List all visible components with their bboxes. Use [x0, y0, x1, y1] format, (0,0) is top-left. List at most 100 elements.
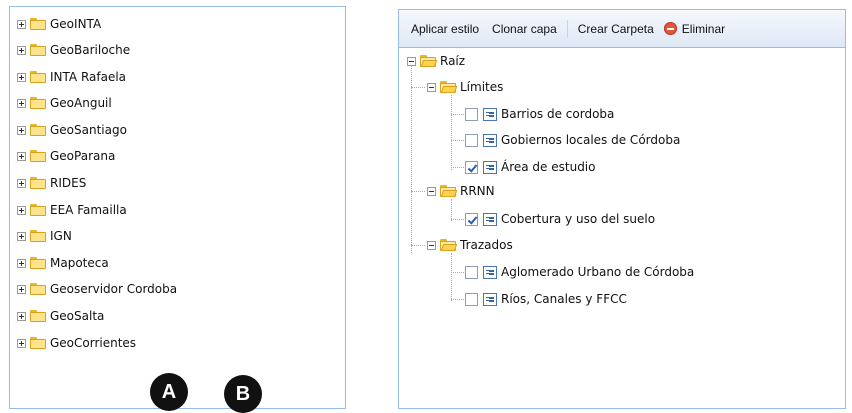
layer-node-gobiernos-locales[interactable]: Gobiernos locales de Córdoba: [465, 129, 680, 151]
tree-node-limites[interactable]: Límites: [427, 76, 503, 98]
tree-connector: [411, 87, 425, 88]
tree-node-geoparana[interactable]: GeoParana: [17, 146, 115, 166]
tree-connector: [451, 140, 464, 141]
layer-checkbox[interactable]: [465, 292, 478, 306]
tree-node-geosantiago[interactable]: GeoSantiago: [17, 120, 127, 140]
tree-connector: [451, 199, 452, 221]
tree-node-mapoteca[interactable]: Mapoteca: [17, 253, 109, 273]
plus-expander-icon[interactable]: [17, 125, 26, 135]
tree-node-label: Trazados: [460, 238, 513, 252]
plus-expander-icon[interactable]: [17, 231, 26, 241]
tree-node-label: GeoCorrientes: [50, 336, 137, 350]
layer-checkbox[interactable]: [465, 265, 478, 279]
panel-a-folder-tree: GeoINTA GeoBariloche INTA Rafaela GeoAng…: [9, 6, 346, 409]
tree-node-label: Mapoteca: [50, 256, 109, 270]
plus-expander-icon[interactable]: [17, 45, 26, 55]
folder-icon: [30, 177, 46, 189]
tree-node-geoservidor-cordoba[interactable]: Geoservidor Cordoba: [17, 279, 177, 299]
layer-toolbar: Aplicar estilo Clonar capa Crear Carpeta…: [399, 10, 845, 48]
layer-tree: Raíz Límites Barrios de cordoba Gobierno…: [399, 48, 845, 408]
tree-node-label: EEA Famailla: [50, 203, 127, 217]
tree-node-label: INTA Rafaela: [50, 70, 127, 84]
delete-button[interactable]: Eliminar: [659, 22, 730, 36]
tree-node-geoanguil[interactable]: GeoAnguil: [17, 93, 112, 113]
layer-node-rios-canales[interactable]: Ríos, Canales y FFCC: [465, 288, 627, 310]
folder-icon: [30, 283, 46, 295]
layer-node-area-de-estudio[interactable]: Área de estudio: [465, 156, 595, 178]
folder-open-icon: [420, 55, 438, 67]
folder-icon: [30, 204, 46, 216]
layer-node-barrios[interactable]: Barrios de cordoba: [465, 103, 614, 125]
layer-label: Gobiernos locales de Córdoba: [501, 133, 681, 147]
plus-expander-icon[interactable]: [17, 338, 26, 348]
panel-b-layer-tree: Aplicar estilo Clonar capa Crear Carpeta…: [398, 9, 846, 409]
tree-connector: [411, 245, 425, 246]
plus-expander-icon[interactable]: [17, 72, 26, 82]
folder-icon: [30, 18, 46, 30]
layer-node-cobertura[interactable]: Cobertura y uso del suelo: [465, 208, 655, 230]
layer-label: Aglomerado Urbano de Córdoba: [501, 265, 695, 279]
tree-node-label: GeoSantiago: [50, 123, 127, 137]
tree-connector: [411, 191, 425, 192]
layer-checkbox-checked[interactable]: [465, 160, 478, 174]
plus-expander-icon[interactable]: [17, 258, 26, 268]
folder-icon: [30, 150, 46, 162]
panel-b-badge: B: [224, 375, 262, 413]
folder-icon: [30, 44, 46, 56]
delete-icon: [663, 22, 677, 35]
apply-style-button[interactable]: Aplicar estilo: [406, 22, 484, 36]
layer-checkbox[interactable]: [465, 107, 478, 121]
tree-node-geointa[interactable]: GeoINTA: [17, 14, 101, 34]
tree-node-eea-famailla[interactable]: EEA Famailla: [17, 200, 127, 220]
tree-node-rides[interactable]: RIDES: [17, 173, 86, 193]
create-folder-button[interactable]: Crear Carpeta: [573, 22, 659, 36]
layer-label: Cobertura y uso del suelo: [501, 212, 656, 226]
layer-checkbox-checked[interactable]: [465, 212, 478, 226]
minus-expander-icon[interactable]: [407, 56, 416, 66]
tree-node-geosalta[interactable]: GeoSalta: [17, 306, 104, 326]
folder-open-icon: [440, 81, 458, 93]
panel-a-badge: A: [150, 373, 188, 411]
clone-layer-button[interactable]: Clonar capa: [487, 22, 562, 36]
tree-connector: [451, 299, 464, 300]
tree-node-label: IGN: [50, 229, 72, 243]
tree-node-label: GeoAnguil: [50, 96, 112, 110]
plus-expander-icon[interactable]: [17, 178, 26, 188]
plus-expander-icon[interactable]: [17, 151, 26, 161]
tree-node-rrnn[interactable]: RRNN: [427, 180, 495, 202]
layer-icon: [483, 133, 497, 147]
minus-expander-icon[interactable]: [427, 186, 436, 196]
tree-node-ign[interactable]: IGN: [17, 226, 72, 246]
folder-icon: [30, 337, 46, 349]
minus-expander-icon[interactable]: [427, 240, 436, 250]
layer-label: Área de estudio: [501, 160, 596, 174]
layer-label: Ríos, Canales y FFCC: [501, 292, 627, 306]
tree-node-label: GeoINTA: [50, 17, 102, 31]
layer-label: Barrios de cordoba: [501, 107, 615, 121]
tree-node-label: Raíz: [440, 54, 466, 68]
toolbar-separator: [566, 19, 568, 38]
tree-connector: [451, 253, 452, 301]
tree-node-inta-rafaela[interactable]: INTA Rafaela: [17, 67, 126, 87]
folder-icon: [30, 310, 46, 322]
tree-node-label: Geoservidor Cordoba: [50, 282, 178, 296]
tree-node-geobariloche[interactable]: GeoBariloche: [17, 40, 130, 60]
plus-expander-icon[interactable]: [17, 284, 26, 294]
tree-node-trazados[interactable]: Trazados: [427, 234, 513, 256]
layer-icon: [483, 107, 497, 121]
layer-node-aglomerado-urbano[interactable]: Aglomerado Urbano de Córdoba: [465, 261, 694, 283]
plus-expander-icon[interactable]: [17, 98, 26, 108]
minus-expander-icon[interactable]: [427, 82, 436, 92]
tree-node-geocorrientes[interactable]: GeoCorrientes: [17, 333, 136, 353]
tree-connector: [451, 167, 464, 168]
plus-expander-icon[interactable]: [17, 205, 26, 215]
plus-expander-icon[interactable]: [17, 19, 26, 29]
plus-expander-icon[interactable]: [17, 311, 26, 321]
tree-node-root[interactable]: Raíz: [407, 50, 465, 72]
tree-connector: [451, 95, 452, 170]
layer-icon: [483, 212, 497, 226]
folder-icon: [30, 124, 46, 136]
tree-node-label: RIDES: [50, 176, 87, 190]
layer-checkbox[interactable]: [465, 133, 478, 147]
folder-icon: [30, 257, 46, 269]
